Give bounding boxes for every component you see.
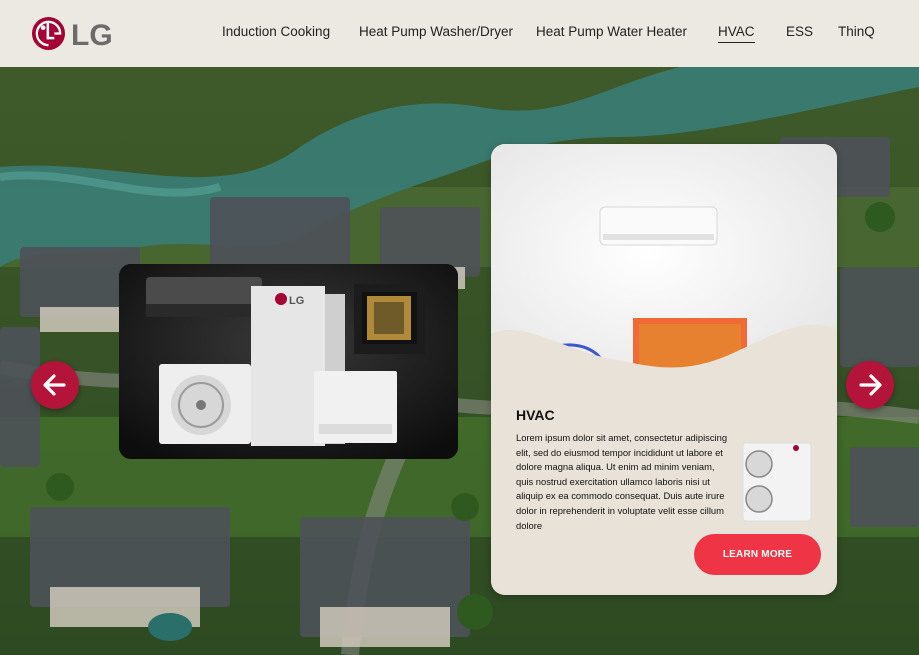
nav-item-heat-pump-water-heater[interactable]: Heat Pump Water Heater bbox=[536, 24, 687, 39]
arrow-left-icon bbox=[43, 374, 66, 396]
learn-more-button[interactable]: LEARN MORE bbox=[694, 534, 821, 575]
card-title: HVAC bbox=[516, 407, 555, 423]
nav-item-thinq[interactable]: ThinQ bbox=[838, 24, 875, 39]
svg-text:LG: LG bbox=[289, 295, 304, 307]
hvac-info-card: HVAC Lorem ipsum dolor sit amet, consect… bbox=[491, 144, 837, 595]
lg-logo-icon bbox=[31, 16, 66, 51]
nav-item-ess[interactable]: ESS bbox=[786, 24, 813, 39]
nav-item-induction-cooking[interactable]: Induction Cooking bbox=[222, 24, 330, 39]
top-nav-bar: LG Induction Cooking Heat Pump Washer/Dr… bbox=[0, 0, 919, 67]
hvac-products-image: LG bbox=[119, 264, 458, 459]
carousel-prev-button[interactable] bbox=[31, 361, 79, 409]
hvac-product-lineup-illustration: LG bbox=[119, 264, 458, 459]
lg-logo[interactable]: LG bbox=[31, 15, 121, 53]
nav-item-heat-pump-washer-dryer[interactable]: Heat Pump Washer/Dryer bbox=[359, 24, 513, 39]
brand-name: LG bbox=[71, 19, 113, 52]
carousel-next-button[interactable] bbox=[846, 361, 894, 409]
card-description: Lorem ipsum dolor sit amet, consectetur … bbox=[516, 432, 728, 531]
arrow-right-icon bbox=[859, 374, 882, 396]
nav-item-hvac[interactable]: HVAC bbox=[718, 24, 755, 43]
